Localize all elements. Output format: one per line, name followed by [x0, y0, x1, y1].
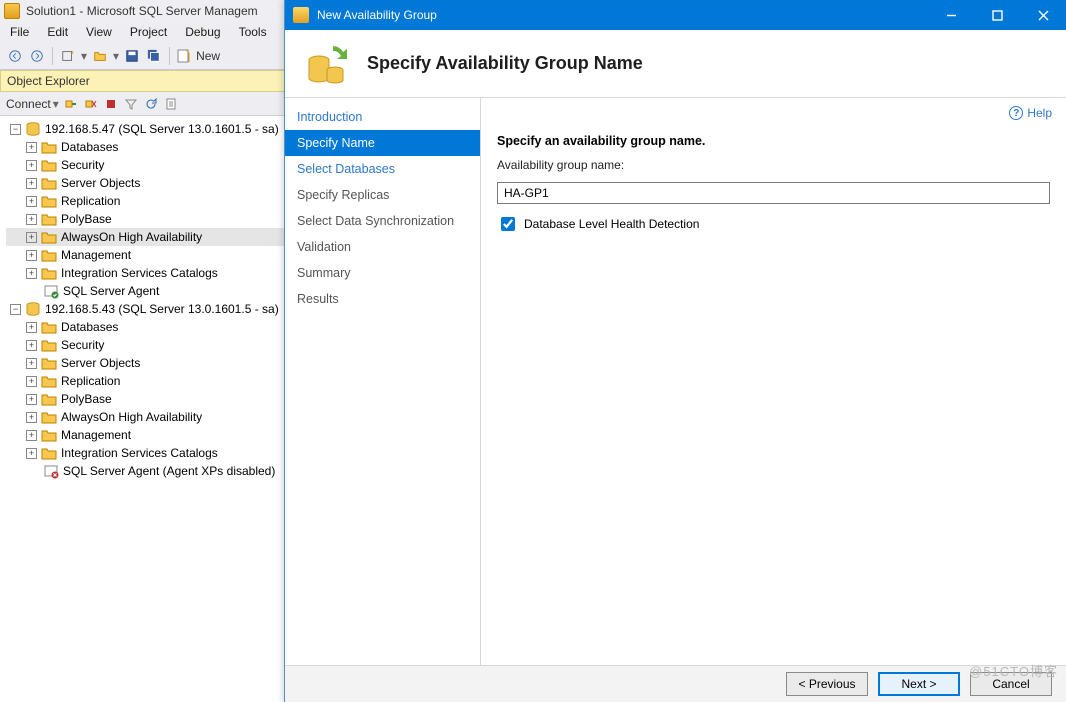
help-link[interactable]: ? Help — [1009, 106, 1052, 120]
tree-label: Replication — [61, 372, 120, 390]
next-button[interactable]: Next > — [878, 672, 960, 696]
wizard-header: Specify Availability Group Name — [285, 30, 1066, 98]
tree-label: 192.168.5.43 (SQL Server 13.0.1601.5 - s… — [45, 300, 279, 318]
wizard-nav-item[interactable]: Results — [285, 286, 480, 312]
nav-back-icon[interactable] — [6, 47, 24, 65]
wizard-nav-item[interactable]: Select Databases — [285, 156, 480, 182]
expand-icon[interactable]: + — [26, 340, 37, 351]
menu-file[interactable]: File — [10, 25, 29, 39]
report-icon[interactable] — [163, 96, 179, 112]
db-level-health-label: Database Level Health Detection — [524, 217, 699, 231]
expand-icon[interactable]: + — [26, 358, 37, 369]
group-name-input[interactable] — [497, 182, 1050, 204]
open-icon[interactable] — [91, 47, 109, 65]
connect-icon[interactable] — [63, 96, 79, 112]
expand-icon[interactable]: + — [26, 214, 37, 225]
wizard-header-title: Specify Availability Group Name — [367, 53, 643, 74]
availability-group-wizard: New Availability Group Specify Availabil… — [284, 0, 1066, 702]
wizard-app-icon — [293, 7, 309, 23]
tree-label: Server Objects — [61, 354, 140, 372]
expand-icon[interactable]: + — [26, 448, 37, 459]
tree-label: Server Objects — [61, 174, 140, 192]
tree-label: AlwaysOn High Availability — [61, 228, 202, 246]
wizard-nav: IntroductionSpecify NameSelect Databases… — [285, 98, 481, 665]
tree-label: SQL Server Agent (Agent XPs disabled) — [63, 462, 275, 480]
expand-icon[interactable]: + — [26, 430, 37, 441]
menu-project[interactable]: Project — [130, 25, 167, 39]
save-icon[interactable] — [123, 47, 141, 65]
tree-label: Management — [61, 246, 131, 264]
expand-icon[interactable]: + — [26, 412, 37, 423]
wizard-titlebar[interactable]: New Availability Group — [285, 0, 1066, 30]
wizard-nav-item[interactable]: Specify Name — [285, 130, 480, 156]
expand-icon[interactable]: + — [26, 394, 37, 405]
wizard-nav-item[interactable]: Introduction — [285, 104, 480, 130]
expand-icon[interactable]: + — [26, 250, 37, 261]
menu-edit[interactable]: Edit — [47, 25, 68, 39]
menu-debug[interactable]: Debug — [185, 25, 220, 39]
wizard-window-title: New Availability Group — [317, 8, 920, 22]
tree-label: Replication — [61, 192, 120, 210]
collapse-icon[interactable]: − — [10, 124, 21, 135]
watermark: @51CTO博客 — [969, 661, 1058, 680]
menu-tools[interactable]: Tools — [239, 25, 267, 39]
ssms-app-icon — [4, 3, 20, 19]
wizard-content: ? Help Specify an availability group nam… — [481, 98, 1066, 665]
tree-label: 192.168.5.47 (SQL Server 13.0.1601.5 - s… — [45, 120, 279, 138]
maximize-button[interactable] — [974, 0, 1020, 30]
expand-icon[interactable]: + — [26, 160, 37, 171]
ssms-title: Solution1 - Microsoft SQL Server Managem — [26, 4, 258, 18]
expand-icon[interactable]: + — [26, 142, 37, 153]
expand-icon[interactable]: + — [26, 268, 37, 279]
toolbar-separator — [52, 47, 53, 65]
expand-icon[interactable]: + — [26, 232, 37, 243]
tree-label: Security — [61, 156, 104, 174]
tree-label: Management — [61, 426, 131, 444]
tree-label: AlwaysOn High Availability — [61, 408, 202, 426]
tree-label: Databases — [61, 318, 118, 336]
new-query-button[interactable]: New — [176, 48, 220, 64]
tree-label: Databases — [61, 138, 118, 156]
refresh-icon[interactable] — [143, 96, 159, 112]
wizard-nav-item[interactable]: Summary — [285, 260, 480, 286]
stop-icon[interactable] — [103, 96, 119, 112]
content-heading: Specify an availability group name. — [497, 134, 1050, 148]
tree-label: Integration Services Catalogs — [61, 264, 218, 282]
expand-icon[interactable]: + — [26, 196, 37, 207]
tree-label: PolyBase — [61, 210, 112, 228]
save-all-icon[interactable] — [145, 47, 163, 65]
collapse-icon[interactable]: − — [10, 304, 21, 315]
expand-icon[interactable]: + — [26, 178, 37, 189]
minimize-button[interactable] — [928, 0, 974, 30]
group-name-label: Availability group name: — [497, 158, 1050, 172]
tree-label: Integration Services Catalogs — [61, 444, 218, 462]
toolbar-separator — [169, 47, 170, 65]
previous-button[interactable]: < Previous — [786, 672, 868, 696]
wizard-footer: < Previous Next > Cancel — [285, 666, 1066, 702]
db-level-health-checkbox[interactable] — [501, 217, 515, 231]
db-level-health-checkbox-row[interactable]: Database Level Health Detection — [497, 214, 1050, 234]
tree-label: PolyBase — [61, 390, 112, 408]
wizard-nav-item[interactable]: Specify Replicas — [285, 182, 480, 208]
expand-icon[interactable]: + — [26, 376, 37, 387]
close-button[interactable] — [1020, 0, 1066, 30]
filter-icon[interactable] — [123, 96, 139, 112]
tree-label: Security — [61, 336, 104, 354]
nav-fwd-icon[interactable] — [28, 47, 46, 65]
menu-view[interactable]: View — [86, 25, 112, 39]
new-project-icon[interactable] — [59, 47, 77, 65]
object-explorer-title: Object Explorer — [7, 74, 90, 88]
expand-icon[interactable]: + — [26, 322, 37, 333]
wizard-nav-item[interactable]: Select Data Synchronization — [285, 208, 480, 234]
database-sync-icon — [303, 40, 351, 88]
wizard-nav-item[interactable]: Validation — [285, 234, 480, 260]
disconnect-icon[interactable] — [83, 96, 99, 112]
tree-label: SQL Server Agent — [63, 282, 159, 300]
help-icon: ? — [1009, 106, 1023, 120]
connect-dropdown[interactable]: Connect▾ — [6, 97, 59, 111]
